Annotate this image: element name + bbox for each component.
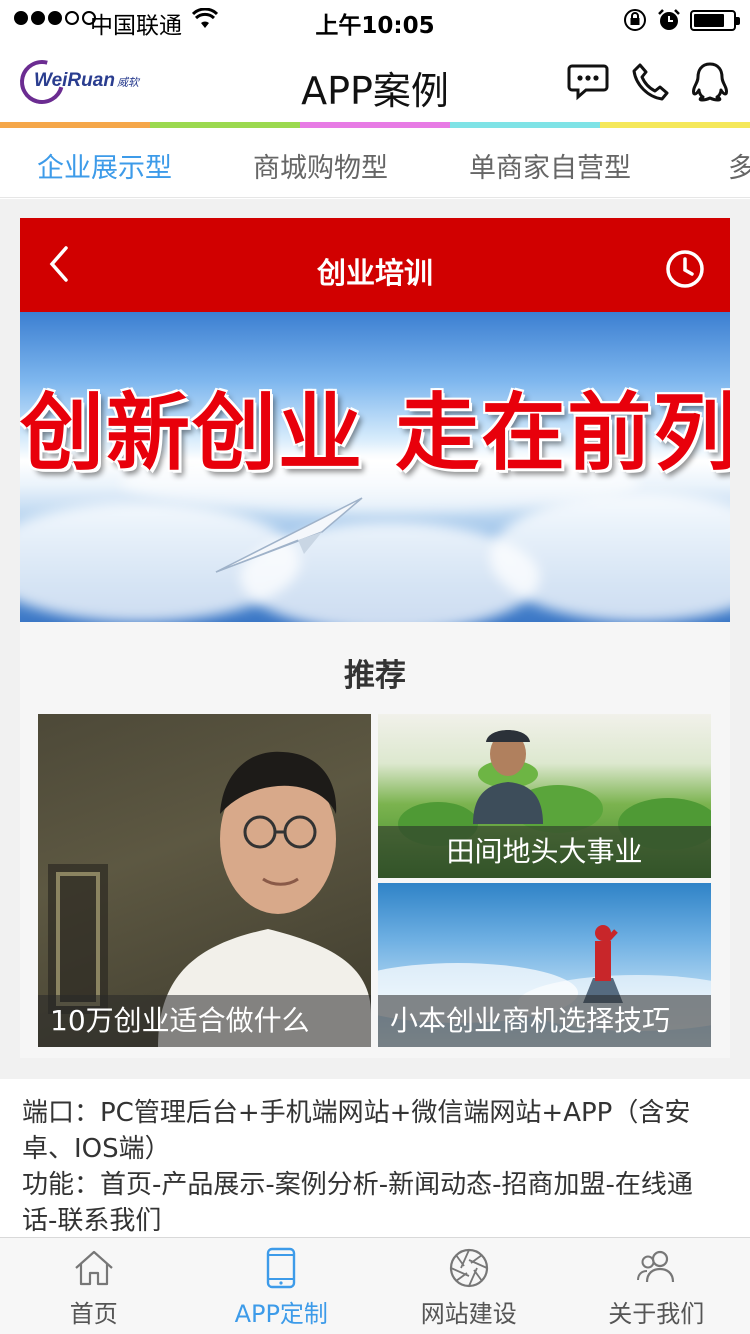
carrier-name: 中国联通	[90, 13, 182, 39]
nav-app-custom-label: APP定制	[234, 1300, 328, 1328]
tile-caption: 小本创业商机选择技巧	[378, 995, 711, 1047]
alarm-icon	[656, 8, 682, 36]
app-preview-screenshot[interactable]: 创业培训 创新创业 走在前列 推荐 10万创业适合做什么 田间地头大事业 小本创…	[20, 218, 730, 1058]
phone-icon[interactable]	[628, 60, 672, 104]
home-icon	[72, 1246, 116, 1290]
tab-mall-shopping[interactable]: 商城购物型	[253, 146, 388, 185]
recommend-heading: 推荐	[344, 658, 406, 694]
phone-app-icon	[259, 1246, 303, 1290]
tile-caption: 田间地头大事业	[378, 826, 711, 878]
case-content: 创业培训 创新创业 走在前列 推荐 10万创业适合做什么 田间地头大事业 小本创…	[0, 199, 750, 1079]
case-description: 端口：PC管理后台+手机端网站+微信端网站+APP（含安卓、IOS端） 功能：首…	[0, 1079, 750, 1237]
battery-level	[694, 14, 725, 27]
category-tabs: 企业展示型 商城购物型 单商家自营型 多	[0, 128, 750, 198]
tile-caption: 10万创业适合做什么	[38, 995, 371, 1047]
wifi-icon	[191, 7, 219, 34]
tab-more[interactable]: 多	[728, 146, 750, 185]
preview-header: 创业培训	[20, 218, 730, 312]
ports-text: 端口：PC管理后台+手机端网站+微信端网站+APP（含安卓、IOS端）	[22, 1098, 691, 1164]
qq-icon[interactable]	[688, 60, 732, 104]
recommend-tile-top-right[interactable]: 田间地头大事业	[378, 714, 711, 878]
battery-icon	[690, 10, 740, 31]
status-bar: 中国联通 上午10:05	[0, 0, 750, 40]
cloud-shape	[490, 492, 730, 622]
aperture-icon	[447, 1246, 491, 1290]
nav-about-us[interactable]: 关于我们	[563, 1238, 750, 1334]
banner-carousel[interactable]: 创新创业 走在前列	[20, 312, 730, 622]
nav-about-us-label: 关于我们	[608, 1300, 705, 1328]
nav-website-label: 网站建设	[420, 1300, 517, 1328]
clock-icon	[664, 248, 706, 290]
app-header: WeiRuan 威软 APP案例	[0, 40, 750, 122]
signal-strength-icon	[14, 11, 96, 25]
preview-title: 创业培训	[316, 256, 433, 290]
nav-website[interactable]: 网站建设	[375, 1238, 563, 1334]
logo-text: WeiRuan 威软	[34, 70, 139, 91]
rotation-lock-icon	[622, 8, 648, 36]
weiruan-logo[interactable]: WeiRuan 威软	[11, 51, 160, 113]
recommend-tile-large[interactable]: 10万创业适合做什么	[38, 714, 371, 1047]
tab-enterprise-showcase[interactable]: 企业展示型	[37, 146, 172, 185]
chat-icon[interactable]	[566, 60, 610, 104]
people-icon	[634, 1246, 678, 1290]
back-arrow-icon	[40, 244, 80, 284]
nav-app-custom[interactable]: APP定制	[188, 1238, 376, 1334]
paper-plane-icon	[214, 496, 364, 580]
bottom-navigation: 首页 APP定制 网站建设 关于我们	[0, 1237, 750, 1334]
features-text: 功能：首页-产品展示-案例分析-新闻动态-招商加盟-在线通话-联系我们	[22, 1170, 693, 1236]
tab-single-merchant[interactable]: 单商家自营型	[469, 146, 631, 185]
nav-home[interactable]: 首页	[0, 1238, 188, 1334]
recommend-tile-bottom-right[interactable]: 小本创业商机选择技巧	[378, 883, 711, 1047]
nav-home-label: 首页	[69, 1300, 118, 1328]
banner-slogan: 创新创业 走在前列	[20, 383, 730, 482]
